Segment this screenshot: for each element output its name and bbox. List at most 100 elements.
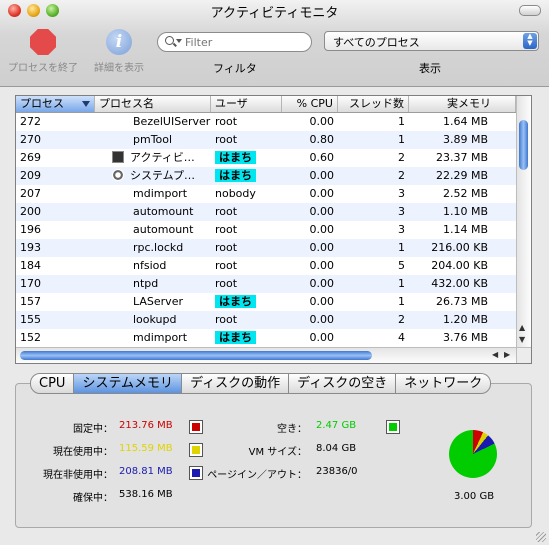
title-toolbar: アクティビティモニタ プロセスを終了 i 詳細を表示 フィルタ すべてのプロセス… — [0, 0, 549, 87]
scroll-left-icon[interactable]: ◀ — [492, 350, 498, 359]
cell-pid: 272 — [20, 115, 41, 128]
cell-user: nobody — [215, 187, 256, 200]
show-process-popup[interactable]: すべてのプロセス ▲ ▼ — [324, 31, 539, 51]
process-name-text: BezelUIServer — [133, 115, 211, 128]
cell-mem: 26.73 MB — [435, 295, 488, 308]
cell-name: nfsiod — [95, 257, 211, 275]
tab-network[interactable]: ネットワーク — [396, 373, 492, 394]
cell-user: はまち — [215, 149, 281, 167]
cell-user: はまち — [215, 293, 281, 311]
cell-pid: 193 — [20, 241, 41, 254]
table-row[interactable]: 157 LAServer はまち 0.00 1 26.73 MB — [16, 293, 516, 311]
monitor-tabs: CPU システムメモリ ディスクの動作 ディスクの空き ネットワーク — [30, 373, 492, 394]
table-row[interactable]: 184 nfsiod root 0.00 5 204.00 KB — [16, 257, 516, 275]
vertical-scroll-thumb[interactable] — [519, 120, 528, 170]
column-pid[interactable]: プロセス — [16, 96, 95, 112]
cell-name: mdimport — [95, 185, 211, 203]
table-row[interactable]: 270 pmTool root 0.80 1 3.89 MB — [16, 131, 516, 149]
cell-mem: 204.00 KB — [431, 259, 488, 272]
cell-cpu: 0.00 — [309, 187, 335, 200]
cell-mem: 22.29 MB — [435, 169, 488, 182]
cell-mem: 432.00 KB — [431, 277, 488, 290]
vertical-scrollbar[interactable]: ▲ ▼ — [516, 96, 531, 347]
table-row[interactable]: 152 mdimport はまち 0.00 4 3.76 MB — [16, 329, 516, 347]
column-memory[interactable]: 実メモリ — [409, 96, 516, 112]
chevron-down-icon — [176, 39, 182, 43]
column-cpu[interactable]: % CPU — [282, 96, 338, 112]
scroll-right-icon[interactable]: ▶ — [504, 350, 510, 359]
cell-threads: 1 — [398, 241, 405, 254]
cell-threads: 1 — [398, 133, 405, 146]
process-name-text: LAServer — [133, 295, 183, 308]
cell-cpu: 0.00 — [309, 205, 335, 218]
cell-user: root — [215, 241, 238, 254]
column-name-label: プロセス名 — [99, 97, 154, 110]
inactive-color-swatch[interactable] — [189, 466, 203, 480]
wired-color-swatch[interactable] — [189, 420, 203, 434]
horizontal-scroll-thumb[interactable] — [20, 351, 372, 360]
cell-user: はまち — [215, 167, 281, 185]
info-icon: i — [106, 29, 132, 55]
terminal-icon — [112, 151, 124, 163]
cell-pid: 209 — [20, 169, 41, 182]
inactive-label: 現在非使用中： — [43, 470, 113, 481]
scroll-down-icon[interactable]: ▼ — [519, 335, 525, 344]
cell-user: root — [215, 313, 238, 326]
inspect-button[interactable]: i 詳細を表示 — [86, 29, 152, 74]
active-color-swatch[interactable] — [189, 443, 203, 457]
table-row[interactable]: 209 システムプ… はまち 0.00 2 22.29 MB — [16, 167, 516, 185]
cell-cpu: 0.00 — [309, 331, 335, 344]
table-row[interactable]: 193 rpc.lockd root 0.00 1 216.00 KB — [16, 239, 516, 257]
column-memory-label: 実メモリ — [447, 97, 491, 110]
table-row[interactable]: 207 mdimport nobody 0.00 3 2.52 MB — [16, 185, 516, 203]
cell-user: root — [215, 133, 238, 146]
table-row[interactable]: 269 アクティビ… はまち 0.60 2 23.37 MB — [16, 149, 516, 167]
highlighted-user: はまち — [215, 169, 256, 182]
cell-name: pmTool — [95, 131, 211, 149]
cell-name: mdimport — [95, 329, 211, 347]
cell-cpu: 0.00 — [309, 313, 335, 326]
filter-field[interactable] — [157, 32, 312, 52]
filter-input[interactable] — [183, 34, 307, 51]
free-color-swatch[interactable] — [386, 420, 400, 434]
cell-name: システムプ… — [95, 167, 211, 185]
process-name-text: システムプ… — [130, 169, 196, 182]
scroll-corner — [516, 347, 531, 363]
column-name[interactable]: プロセス名 — [95, 96, 211, 112]
table-row[interactable]: 272 BezelUIServer root 0.00 1 1.64 MB — [16, 113, 516, 131]
table-row[interactable]: 200 automount root 0.00 3 1.10 MB — [16, 203, 516, 221]
cell-pid: 196 — [20, 223, 41, 236]
tab-system-memory[interactable]: システムメモリ — [74, 373, 183, 394]
cell-pid: 269 — [20, 151, 41, 164]
process-name-text: lookupd — [133, 313, 177, 326]
quit-process-label: プロセスを終了 — [8, 63, 78, 74]
column-cpu-label: % CPU — [296, 97, 333, 110]
table-row[interactable]: 196 automount root 0.00 3 1.14 MB — [16, 221, 516, 239]
process-name-text: ntpd — [133, 277, 159, 290]
toolbar-toggle-button[interactable] — [519, 5, 541, 16]
used-value: 538.16 MB — [119, 489, 173, 500]
tab-disk-usage[interactable]: ディスクの空き — [289, 373, 397, 394]
cell-cpu: 0.60 — [309, 151, 335, 164]
cell-name: lookupd — [95, 311, 211, 329]
column-threads[interactable]: スレッド数 — [338, 96, 409, 112]
cell-mem: 1.64 MB — [442, 115, 488, 128]
cell-user: root — [215, 277, 238, 290]
resize-grip-icon[interactable] — [536, 532, 546, 542]
tab-cpu[interactable]: CPU — [30, 373, 75, 394]
cell-user: root — [215, 205, 238, 218]
process-name-text: pmTool — [133, 133, 173, 146]
quit-process-button[interactable]: プロセスを終了 — [2, 29, 84, 74]
column-user[interactable]: ユーザ — [211, 96, 282, 112]
cell-name: automount — [95, 203, 211, 221]
horizontal-scrollbar[interactable]: ◀ ▶ — [16, 347, 516, 363]
table-row[interactable]: 170 ntpd root 0.00 1 432.00 KB — [16, 275, 516, 293]
cell-mem: 23.37 MB — [435, 151, 488, 164]
tab-disk-activity[interactable]: ディスクの動作 — [182, 373, 290, 394]
scroll-up-icon[interactable]: ▲ — [519, 323, 525, 332]
highlighted-user: はまち — [215, 151, 256, 164]
cell-name: automount — [95, 221, 211, 239]
column-threads-label: スレッド数 — [349, 97, 404, 110]
table-row[interactable]: 155 lookupd root 0.00 2 1.20 MB — [16, 311, 516, 329]
cell-cpu: 0.80 — [309, 133, 335, 146]
